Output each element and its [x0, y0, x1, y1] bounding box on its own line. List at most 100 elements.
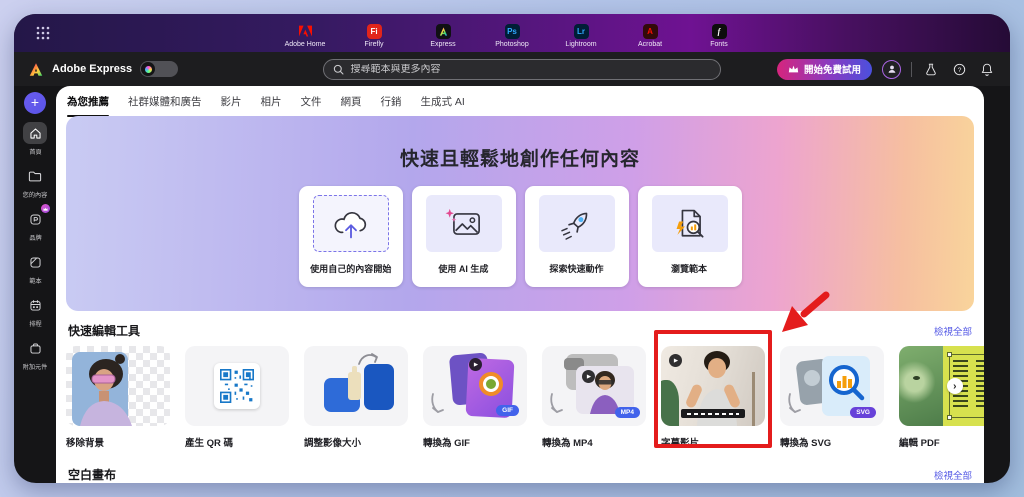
blank-canvas-view-all-link[interactable]: 檢視全部	[934, 468, 972, 482]
brand-title: Adobe Express	[52, 63, 132, 75]
lightroom-icon: Lr	[574, 24, 589, 39]
tab-web[interactable]: 網頁	[341, 94, 362, 112]
annotation-arrow	[774, 290, 830, 334]
app-window: Adobe Home Fi Firefly Express	[14, 14, 1010, 483]
rocket-icon	[557, 206, 597, 242]
qr-code-icon	[220, 369, 254, 403]
gif-badge: GIF	[496, 405, 519, 416]
remove-background-thumbnail	[66, 346, 170, 426]
brand-icon	[29, 213, 42, 226]
sidebar-item-templates[interactable]: 範本	[23, 251, 47, 285]
search-zone	[278, 59, 767, 80]
apps-grid-icon[interactable]	[36, 26, 50, 40]
curved-arrow-icon	[548, 392, 564, 416]
home-icon	[29, 127, 42, 140]
photoshop-icon: Ps	[505, 24, 520, 39]
blank-canvas-title: 空白畫布	[68, 466, 116, 483]
templates-icon	[29, 256, 42, 269]
firefly-icon: Fi	[367, 24, 382, 39]
tool-edit-pdf[interactable]: › 編輯 PDF	[899, 346, 984, 449]
brand-group: Adobe Express	[28, 61, 268, 77]
hero-card-browse-templates[interactable]: 瀏覽範本	[638, 186, 742, 287]
express-icon	[436, 24, 451, 39]
quick-tools-row: 移除背景 產生 QR 碼	[56, 346, 984, 449]
sidebar-item-brands[interactable]: 品牌	[23, 208, 47, 242]
create-new-button[interactable]: +	[24, 92, 46, 114]
ai-image-icon	[443, 206, 485, 242]
adobe-express-logo-icon	[28, 62, 44, 77]
tab-video[interactable]: 影片	[221, 94, 242, 112]
annotation-highlight-box	[654, 330, 772, 448]
app-label: Photoshop	[495, 41, 528, 48]
search-bar[interactable]	[323, 59, 721, 80]
search-icon	[333, 64, 344, 75]
hero-card-start-with-content[interactable]: 使用自己的內容開始	[299, 186, 403, 287]
express-header: Adobe Express 開始免費試用	[14, 52, 1010, 86]
header-actions: 開始免費試用 ?	[777, 59, 996, 80]
tool-generate-qr[interactable]: 產生 QR 碼	[185, 346, 289, 449]
tool-convert-gif[interactable]: ▶ GIF 轉換為 GIF	[423, 346, 527, 449]
workspace-toggle[interactable]	[140, 61, 178, 77]
app-adobe-home[interactable]: Adobe Home	[279, 24, 331, 48]
fonts-icon: f	[712, 24, 727, 39]
qr-thumbnail	[185, 346, 289, 426]
person-icon	[887, 64, 897, 74]
tab-generative-ai[interactable]: 生成式 AI	[421, 94, 465, 112]
curved-arrow-icon	[356, 350, 380, 368]
curved-arrow-icon	[786, 392, 802, 416]
hero-title: 快速且輕鬆地創作任何內容	[66, 116, 974, 171]
app-label: Firefly	[364, 41, 383, 48]
app-lightroom[interactable]: Lr Lightroom	[555, 24, 607, 48]
hero-card-generate-ai[interactable]: 使用 AI 生成	[412, 186, 516, 287]
hero-banner: 快速且輕鬆地創作任何內容 使用自己的內容開始	[66, 116, 974, 311]
app-firefly[interactable]: Fi Firefly	[348, 24, 400, 48]
template-search-icon	[669, 206, 711, 242]
category-tabs: 為您推薦 社群媒體和廣告 影片 相片 文件 網頁 行銷 生成式 AI	[56, 86, 984, 112]
crown-icon	[788, 65, 799, 73]
tab-for-you[interactable]: 為您推薦	[67, 94, 109, 112]
tool-convert-mp4[interactable]: ▶ MP4 轉換為 MP4	[542, 346, 646, 449]
sidebar-item-schedule[interactable]: 排程	[23, 294, 47, 328]
mp4-badge: MP4	[615, 407, 640, 418]
app-acrobat[interactable]: A Acrobat	[624, 24, 676, 48]
adobe-app-bar: Adobe Home Fi Firefly Express	[14, 14, 1010, 52]
tool-convert-svg[interactable]: SVG 轉換為 SVG	[780, 346, 884, 449]
main-content-panel: 為您推薦 社群媒體和廣告 影片 相片 文件 網頁 行銷 生成式 AI 快速且輕鬆…	[56, 86, 984, 483]
resize-thumbnail	[304, 346, 408, 426]
next-arrow-icon: ›	[947, 378, 963, 394]
search-input[interactable]	[350, 64, 711, 75]
adobe-logo-icon	[298, 24, 313, 39]
pdf-thumbnail: ›	[899, 346, 984, 426]
app-express-active[interactable]: Express	[417, 24, 469, 48]
tab-documents[interactable]: 文件	[301, 94, 322, 112]
start-free-trial-button[interactable]: 開始免費試用	[777, 59, 872, 80]
play-icon: ▶	[582, 370, 595, 383]
acrobat-icon: A	[643, 24, 658, 39]
premium-crown-badge	[41, 204, 50, 213]
sidebar-item-your-content[interactable]: 您的內容	[22, 165, 48, 199]
tab-marketing[interactable]: 行銷	[381, 94, 402, 112]
tool-caption-video[interactable]: ▶ 字幕影片	[661, 346, 765, 449]
left-sidebar: + 首頁 您的內容 品牌 範本	[14, 86, 56, 483]
tool-resize-image[interactable]: 調整影像大小	[304, 346, 408, 449]
sidebar-item-home[interactable]: 首頁	[23, 122, 47, 156]
svg-badge: SVG	[850, 407, 876, 418]
mp4-thumbnail: ▶ MP4	[542, 346, 646, 426]
tab-photo[interactable]: 相片	[261, 94, 282, 112]
beta-flask-icon[interactable]	[922, 60, 940, 78]
folder-icon	[28, 170, 42, 182]
account-avatar[interactable]	[882, 60, 901, 79]
sidebar-item-addons[interactable]: 附加元件	[22, 337, 48, 371]
app-photoshop[interactable]: Ps Photoshop	[486, 24, 538, 48]
tool-remove-background[interactable]: 移除背景	[66, 346, 170, 449]
app-label: Fonts	[710, 41, 728, 48]
help-icon[interactable]: ?	[950, 60, 968, 78]
quick-tools-view-all-link[interactable]: 檢視全部	[934, 324, 972, 338]
app-label: Lightroom	[565, 41, 596, 48]
notifications-bell-icon[interactable]	[978, 60, 996, 78]
tab-social-ads[interactable]: 社群媒體和廣告	[128, 94, 202, 112]
app-fonts[interactable]: f Fonts	[693, 24, 745, 48]
hero-card-quick-actions[interactable]: 探索快速動作	[525, 186, 629, 287]
curved-arrow-icon	[429, 392, 445, 416]
header-divider	[911, 62, 912, 77]
